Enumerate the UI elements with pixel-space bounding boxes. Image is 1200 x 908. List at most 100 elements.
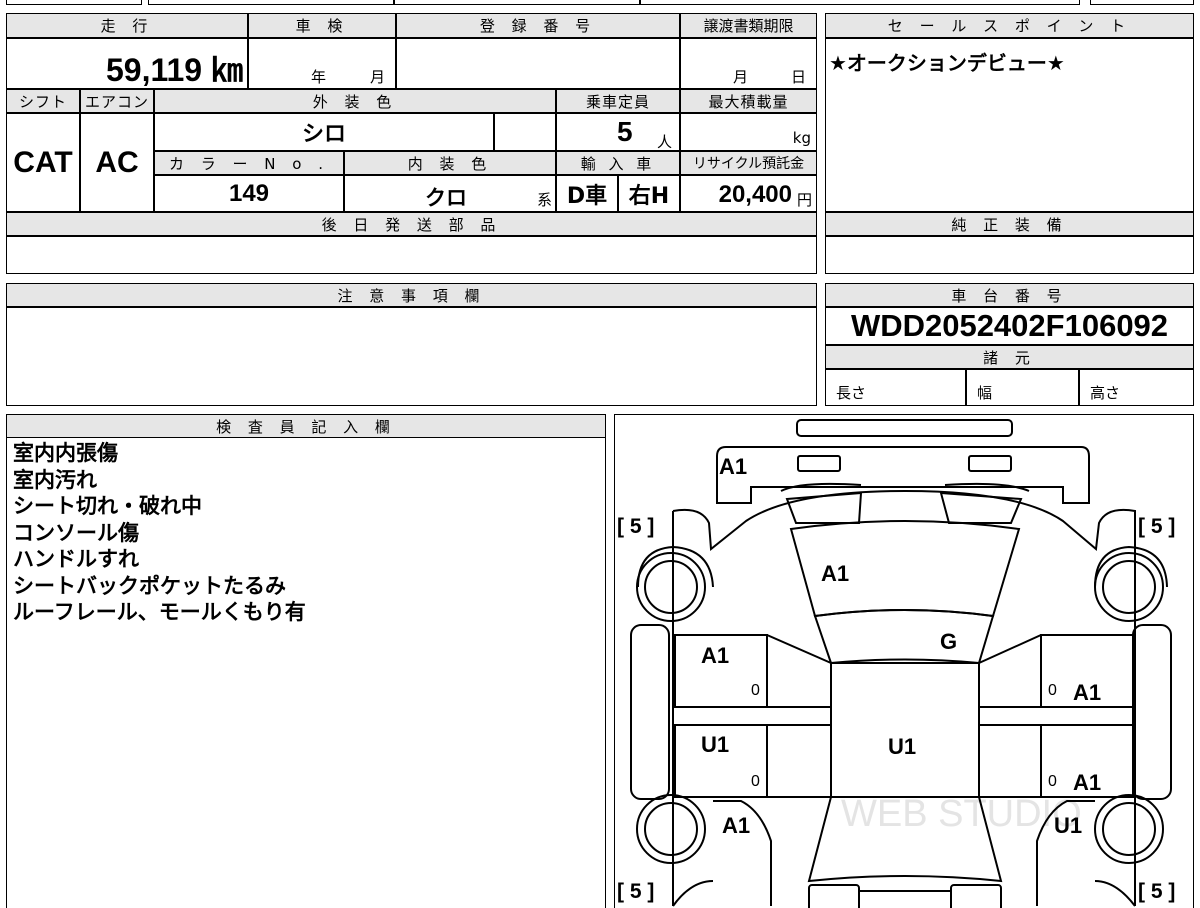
inspector-note-item: 室内内張傷	[13, 441, 118, 465]
wheel-rear-left-inner	[644, 560, 698, 614]
color-no-value: 149	[228, 179, 270, 207]
inspector-note-item: ハンドルすれ	[13, 547, 139, 571]
later-parts-header: 後 日 発 送 部 品	[6, 212, 817, 236]
spec-length-label: 長さ	[836, 384, 867, 402]
recycle-fee-cell: 20,400 円	[680, 175, 817, 212]
interior-color-value: クロ	[425, 186, 467, 210]
inspection-header: 車 検	[248, 13, 396, 38]
mileage-cell: 59,119 ㎞	[6, 38, 248, 89]
recycle-fee-unit: 円	[796, 191, 812, 209]
tread-rear-left: [ 5 ]	[617, 515, 654, 538]
wheel-front-right	[1094, 794, 1164, 864]
chassis-header: 車 台 番 号	[825, 283, 1194, 307]
left-skirt	[630, 624, 670, 800]
inspection-year-unit: 年	[311, 68, 327, 86]
tread-rear-right: [ 5 ]	[1138, 515, 1175, 538]
later-parts-cell	[6, 236, 817, 274]
rear-glass-right	[939, 491, 1023, 524]
inspector-notes-list: 室内内張傷 室内汚れ シート切れ・破れ中 コンソール傷 ハンドルすれ シートバッ…	[13, 440, 306, 626]
recycle-fee-value: 20,400	[718, 181, 792, 208]
label-right-front-door: A1	[1073, 770, 1101, 795]
notes-header: 注 意 事 項 欄	[6, 283, 817, 307]
aircon-header: エアコン	[80, 89, 154, 113]
top-cut-cell	[640, 0, 1080, 5]
import-header: 輸 入 車	[556, 151, 680, 175]
zero-mark: 0	[751, 773, 760, 790]
shift-cell: CAT	[6, 113, 80, 212]
exterior-color-value: シロ	[301, 122, 346, 147]
watermark: WEB STUDIO	[841, 793, 1082, 835]
wheel-rear-right	[1094, 552, 1164, 622]
capacity-cell: 5 人	[556, 113, 680, 151]
top-cut-cell	[148, 0, 394, 5]
zero-mark: 0	[1048, 682, 1057, 699]
front-lamp-right	[950, 884, 1002, 908]
color-no-cell: 149	[154, 175, 344, 212]
transfer-day-unit: 日	[791, 68, 807, 86]
mileage-value: 59,119 ㎞	[105, 52, 243, 88]
steering-cell: 右H	[618, 175, 680, 212]
max-load-unit: kg	[792, 129, 811, 147]
zero-mark: 0	[751, 682, 760, 699]
recycle-fee-header: リサイクル預託金	[680, 151, 817, 175]
sales-point-cell: ★オークションデビュー★	[825, 38, 1194, 212]
top-cut-cell	[394, 0, 640, 5]
color-no-header: カ ラ ー N o .	[154, 151, 344, 175]
shift-value: CAT	[13, 145, 73, 179]
top-cut-cell	[6, 0, 142, 5]
registration-cell	[396, 38, 680, 89]
interior-color-cell: クロ 系	[344, 175, 556, 212]
transfer-deadline-header: 譲渡書類期限	[680, 13, 817, 38]
import-type-value: D車	[566, 183, 608, 209]
right-skirt	[1132, 624, 1172, 800]
label-glass: G	[940, 629, 957, 654]
rear-glass-left	[785, 491, 863, 524]
exterior-color-cell: シロ	[154, 113, 494, 151]
registration-header: 登 録 番 号	[396, 13, 680, 38]
max-load-cell: kg	[680, 113, 817, 151]
exterior-color-header: 外 装 色	[154, 89, 556, 113]
wheel-rear-left	[636, 552, 706, 622]
interior-color-header: 内 装 色	[344, 151, 556, 175]
label-left-rear-door: A1	[701, 643, 729, 668]
label-rear-bumper: A1	[719, 454, 747, 479]
transfer-deadline-cell: 月 日	[680, 38, 817, 89]
wheel-rear-right-inner	[1102, 560, 1156, 614]
wheel-front-left-inner	[644, 802, 698, 856]
capacity-unit: 人	[657, 133, 673, 151]
spec-width-label: 幅	[977, 384, 993, 402]
inspector-note-item: シート切れ・破れ中	[13, 494, 202, 518]
chassis-cell: WDD2052402F106092	[825, 307, 1194, 345]
inspector-note-item: コンソール傷	[13, 520, 139, 545]
shift-header: シフト	[6, 89, 80, 113]
spec-width-cell: 幅	[966, 369, 1079, 406]
top-cut-cell	[1090, 0, 1194, 5]
label-roof: U1	[888, 734, 916, 759]
transfer-month-unit: 月	[733, 68, 749, 86]
top-bar-shape	[796, 419, 1013, 437]
label-right-rear-door: A1	[1073, 680, 1101, 705]
spec-height-label: 高さ	[1090, 384, 1121, 402]
exterior-color-extra-cell	[494, 113, 556, 151]
rear-bumper-shape	[716, 446, 1090, 504]
capacity-header: 乗車定員	[556, 89, 680, 113]
specs-header: 諸 元	[825, 345, 1194, 369]
right-pillar	[978, 634, 1042, 798]
rear-lamp-left	[797, 455, 841, 472]
sales-point-text: ★オークションデビュー★	[829, 51, 1065, 75]
label-trunk: A1	[821, 561, 849, 586]
mileage-header: 走 行	[6, 13, 248, 38]
notes-cell	[6, 307, 817, 406]
genuine-equipment-cell	[825, 236, 1194, 274]
left-pillar	[766, 634, 832, 798]
aircon-value: AC	[95, 145, 139, 179]
label-right-front-fender: U1	[1054, 813, 1082, 838]
car-diagram: WEB STUDIO A1 A1 G A1 A1 U1 U1 A1 A1 U1 …	[617, 419, 1175, 908]
inspector-note-item: ルーフレール、モールくもり有	[13, 600, 306, 624]
genuine-equipment-header: 純 正 装 備	[825, 212, 1194, 236]
inspector-notes-cell: 室内内張傷 室内汚れ シート切れ・破れ中 コンソール傷 ハンドルすれ シートバッ…	[6, 438, 606, 908]
spec-height-cell: 高さ	[1079, 369, 1194, 406]
aircon-cell: AC	[80, 113, 154, 212]
interior-suffix: 系	[536, 191, 552, 209]
wheel-front-right-inner	[1102, 802, 1156, 856]
